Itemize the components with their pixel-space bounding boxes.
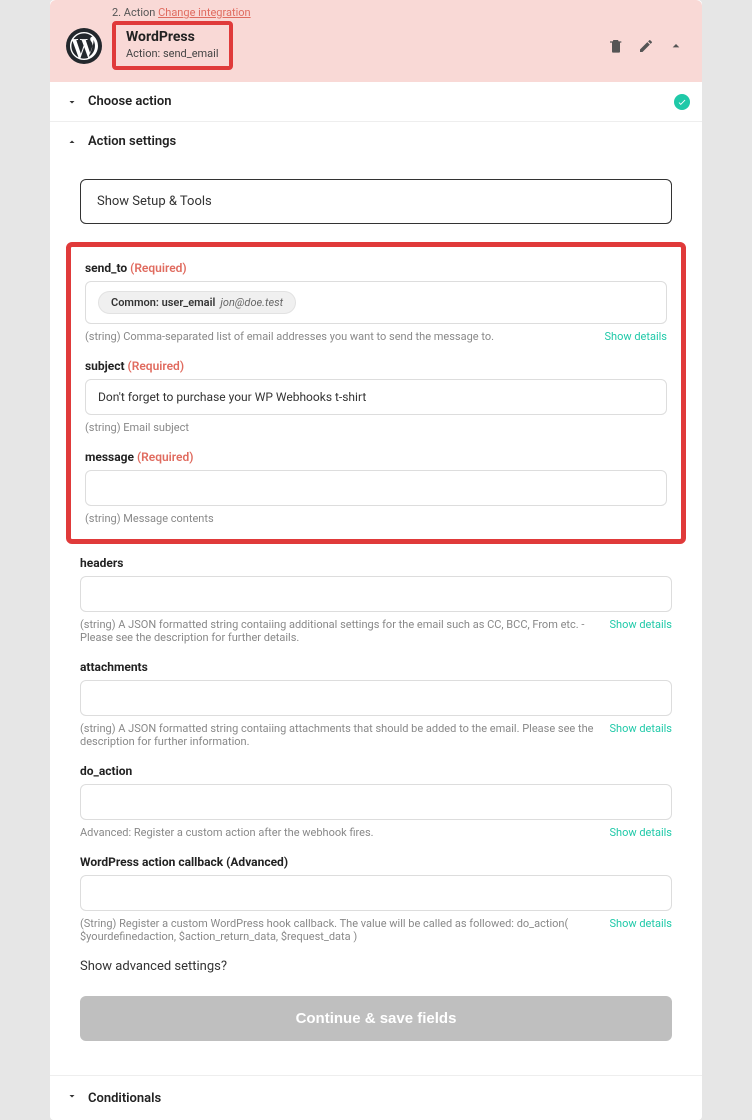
step-indicator: 2. Action Change integration: [112, 6, 686, 19]
action-settings-body: Show Setup & Tools send_to (Required) Co…: [50, 161, 702, 1075]
attachments-hint: (string) A JSON formatted string contaii…: [80, 722, 597, 748]
attachments-input[interactable]: [80, 680, 672, 716]
wordpress-logo-icon: [66, 28, 102, 64]
delete-icon[interactable]: [608, 38, 624, 54]
integration-title-box: WordPress Action: send_email: [112, 21, 233, 70]
chevron-down-icon: [66, 1090, 78, 1106]
do-action-input[interactable]: [80, 784, 672, 820]
choose-action-section[interactable]: Choose action: [50, 82, 702, 122]
callback-label: WordPress action callback (Advanced): [80, 855, 288, 869]
field-send-to: send_to (Required) Common: user_email jo…: [85, 261, 667, 343]
field-callback: WordPress action callback (Advanced) (St…: [80, 855, 672, 943]
do-action-hint: Advanced: Register a custom action after…: [80, 826, 374, 839]
headers-input[interactable]: [80, 576, 672, 612]
required-fields-highlight: send_to (Required) Common: user_email jo…: [66, 242, 686, 544]
subject-value: Don't forget to purchase your WP Webhook…: [98, 390, 366, 404]
required-marker: (Required): [128, 359, 184, 373]
required-marker: (Required): [130, 261, 186, 275]
callback-details-link[interactable]: Show details: [609, 917, 672, 943]
show-advanced-settings-link[interactable]: Show advanced settings?: [80, 959, 672, 974]
attachments-label: attachments: [80, 660, 148, 674]
field-headers: headers (string) A JSON formatted string…: [80, 556, 672, 644]
field-do-action: do_action Advanced: Register a custom ac…: [80, 764, 672, 839]
callback-hint: (String) Register a custom WordPress hoo…: [80, 917, 597, 943]
subject-input[interactable]: Don't forget to purchase your WP Webhook…: [85, 379, 667, 415]
message-label: message: [85, 450, 134, 464]
conditionals-label: Conditionals: [88, 1091, 161, 1106]
show-setup-tools-button[interactable]: Show Setup & Tools: [80, 179, 672, 224]
change-integration-link[interactable]: Change integration: [158, 6, 251, 19]
conditionals-section[interactable]: Conditionals: [50, 1075, 702, 1120]
headers-label: headers: [80, 556, 123, 570]
action-header: 2. Action Change integration WordPress A…: [50, 0, 702, 82]
do-action-label: do_action: [80, 764, 132, 778]
field-message: message (Required) (string) Message cont…: [85, 450, 667, 525]
continue-save-button[interactable]: Continue & save fields: [80, 996, 672, 1041]
pill-value: jon@doe.test: [220, 296, 283, 309]
action-settings-section[interactable]: Action settings: [50, 122, 702, 161]
chevron-up-icon: [66, 136, 78, 148]
field-subject: subject (Required) Don't forget to purch…: [85, 359, 667, 434]
integration-action: Action: send_email: [126, 47, 219, 60]
subject-hint: (string) Email subject: [85, 421, 189, 434]
choose-action-label: Choose action: [88, 94, 172, 109]
send-to-input[interactable]: Common: user_email jon@doe.test: [85, 281, 667, 324]
step-label: 2. Action: [112, 6, 155, 19]
message-hint: (string) Message contents: [85, 512, 214, 525]
headers-details-link[interactable]: Show details: [609, 618, 672, 644]
required-marker: (Required): [137, 450, 193, 464]
edit-icon[interactable]: [638, 38, 654, 54]
chevron-down-icon: [66, 96, 78, 108]
callback-input[interactable]: [80, 875, 672, 911]
check-complete-icon: [674, 94, 690, 110]
headers-hint: (string) A JSON formatted string contaii…: [80, 618, 597, 644]
send-to-hint: (string) Comma-separated list of email a…: [85, 330, 494, 343]
subject-label: subject: [85, 359, 125, 373]
send-to-details-link[interactable]: Show details: [604, 330, 667, 343]
pill-key: Common: user_email: [111, 296, 215, 309]
collapse-icon[interactable]: [668, 38, 684, 54]
send-to-label: send_to: [85, 261, 127, 275]
message-input[interactable]: [85, 470, 667, 506]
attachments-details-link[interactable]: Show details: [609, 722, 672, 748]
do-action-details-link[interactable]: Show details: [609, 826, 672, 839]
field-attachments: attachments (string) A JSON formatted st…: [80, 660, 672, 748]
email-pill[interactable]: Common: user_email jon@doe.test: [98, 291, 296, 314]
integration-name: WordPress: [126, 29, 219, 45]
action-settings-label: Action settings: [88, 134, 176, 149]
